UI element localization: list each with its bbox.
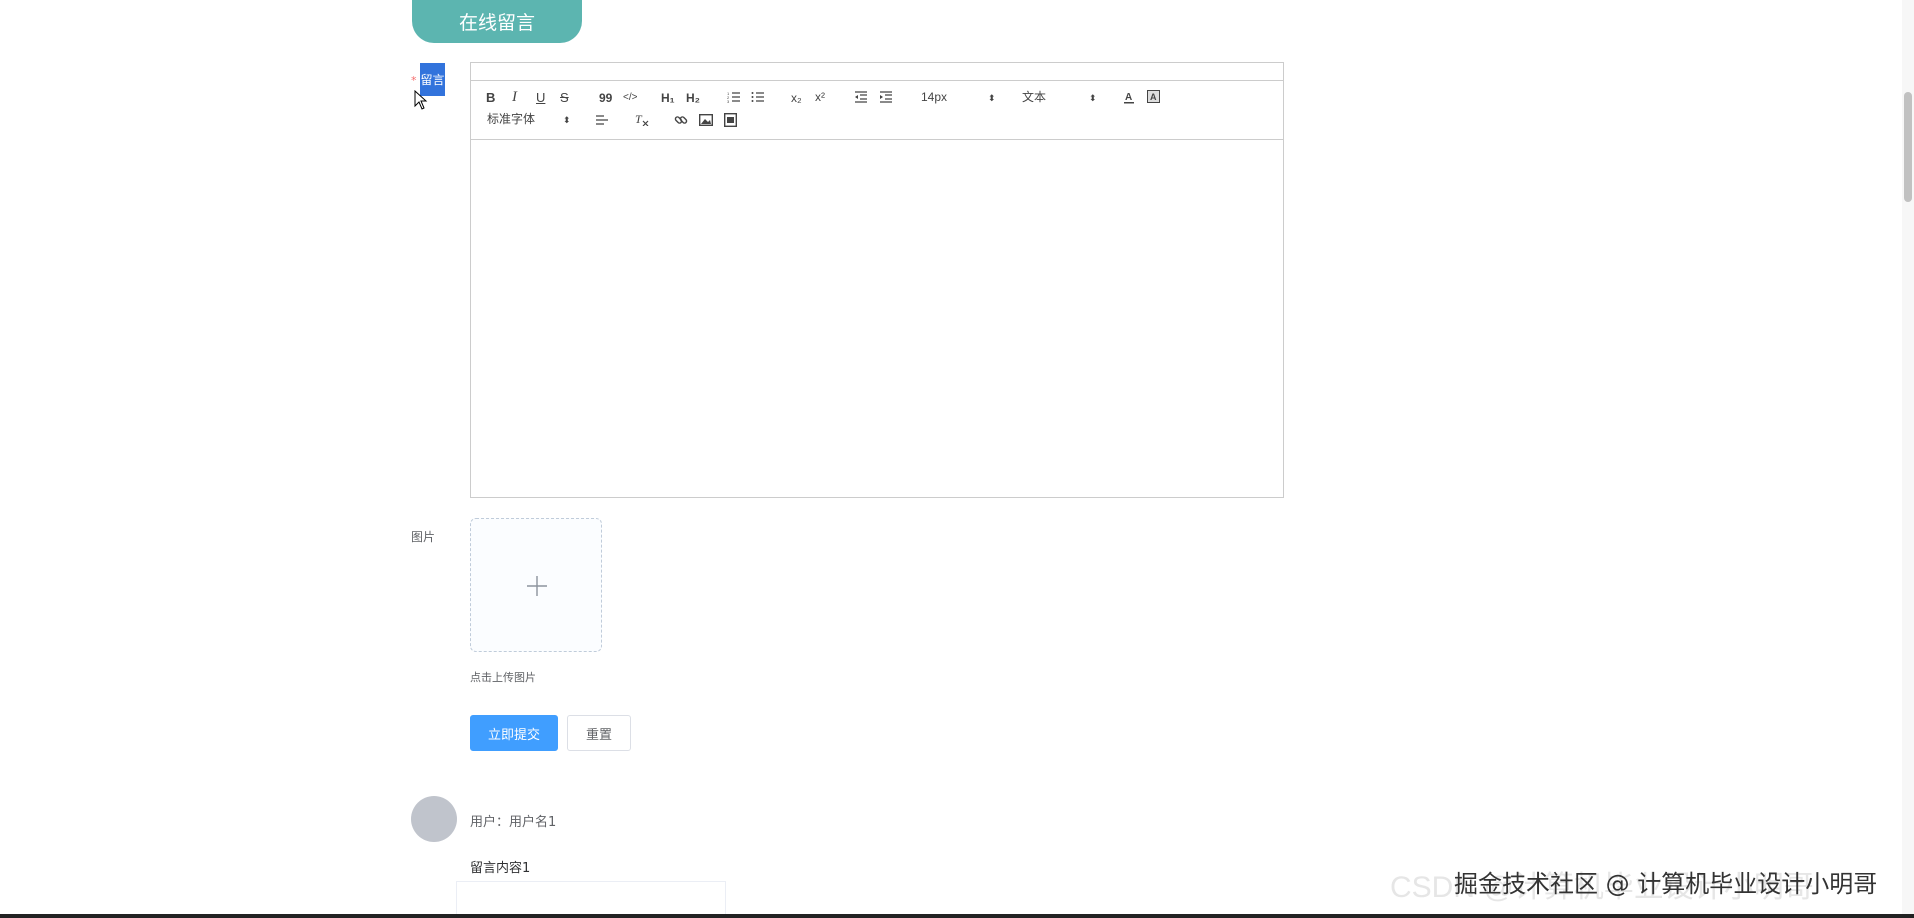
bottom-divider bbox=[0, 914, 1914, 918]
background-color-icon[interactable]: A bbox=[1147, 90, 1160, 106]
comment-image bbox=[456, 881, 726, 918]
comment-user: 用户：用户名1 bbox=[470, 815, 557, 830]
reset-button[interactable]: 重置 bbox=[567, 715, 631, 751]
bullet-list-icon[interactable] bbox=[751, 91, 765, 107]
header2-icon[interactable]: H₂ bbox=[686, 90, 700, 106]
svg-text:3: 3 bbox=[727, 99, 730, 103]
editor-top-strip bbox=[471, 63, 1283, 81]
comment-content: 留言内容1 bbox=[470, 861, 531, 876]
blockquote-icon[interactable]: 99 bbox=[599, 90, 612, 106]
strike-icon[interactable]: S bbox=[560, 90, 569, 106]
font-color-icon[interactable]: A bbox=[1123, 90, 1135, 106]
editor-content-area[interactable] bbox=[471, 140, 1283, 497]
editor-toolbar: B I U S 99 </> H₁ H₂ 123 x₂ x² 14px ⬍ 文本… bbox=[471, 81, 1283, 140]
svg-text:T: T bbox=[635, 112, 643, 126]
subscript-icon[interactable]: x₂ bbox=[791, 90, 802, 106]
ordered-list-icon[interactable]: 123 bbox=[727, 91, 741, 107]
chevron-updown-icon: ⬍ bbox=[988, 93, 996, 103]
align-icon[interactable] bbox=[595, 114, 609, 130]
watermark: 掘金技术社区 @ 计算机毕业设计小明哥 bbox=[1454, 870, 1878, 898]
underline-icon[interactable]: U bbox=[536, 90, 545, 106]
rich-text-editor: B I U S 99 </> H₁ H₂ 123 x₂ x² 14px ⬍ 文本… bbox=[470, 62, 1284, 498]
chevron-updown-icon: ⬍ bbox=[563, 115, 571, 125]
submit-button[interactable]: 立即提交 bbox=[470, 715, 558, 751]
clean-format-icon[interactable]: T bbox=[634, 112, 650, 128]
svg-text:A: A bbox=[1125, 92, 1132, 103]
plus-icon bbox=[527, 576, 547, 600]
code-block-icon[interactable]: </> bbox=[623, 90, 637, 106]
outdent-icon[interactable] bbox=[854, 91, 868, 107]
image-icon[interactable] bbox=[699, 114, 713, 130]
video-icon[interactable] bbox=[724, 113, 737, 129]
avatar bbox=[411, 796, 457, 842]
font-size-picker[interactable]: 14px bbox=[921, 89, 947, 105]
header1-icon[interactable]: H₁ bbox=[661, 90, 675, 106]
svg-text:A: A bbox=[1150, 92, 1157, 102]
header-picker[interactable]: 文本 bbox=[1022, 89, 1046, 105]
bold-icon[interactable]: B bbox=[486, 90, 495, 106]
indent-icon[interactable] bbox=[879, 91, 893, 107]
chevron-updown-icon: ⬍ bbox=[1089, 93, 1097, 103]
scrollbar-thumb[interactable] bbox=[1904, 92, 1912, 202]
link-icon[interactable] bbox=[674, 113, 688, 129]
page-title: 在线留言 bbox=[412, 0, 582, 43]
italic-icon[interactable]: I bbox=[512, 89, 517, 105]
required-mark: * bbox=[411, 74, 417, 87]
image-uploader[interactable] bbox=[470, 518, 602, 652]
superscript-icon[interactable]: x² bbox=[815, 89, 825, 105]
mouse-cursor-icon bbox=[414, 89, 428, 114]
upload-tip: 点击上传图片 bbox=[470, 671, 536, 684]
image-label: 图片 bbox=[411, 530, 436, 544]
font-family-picker[interactable]: 标准字体 bbox=[487, 111, 535, 127]
